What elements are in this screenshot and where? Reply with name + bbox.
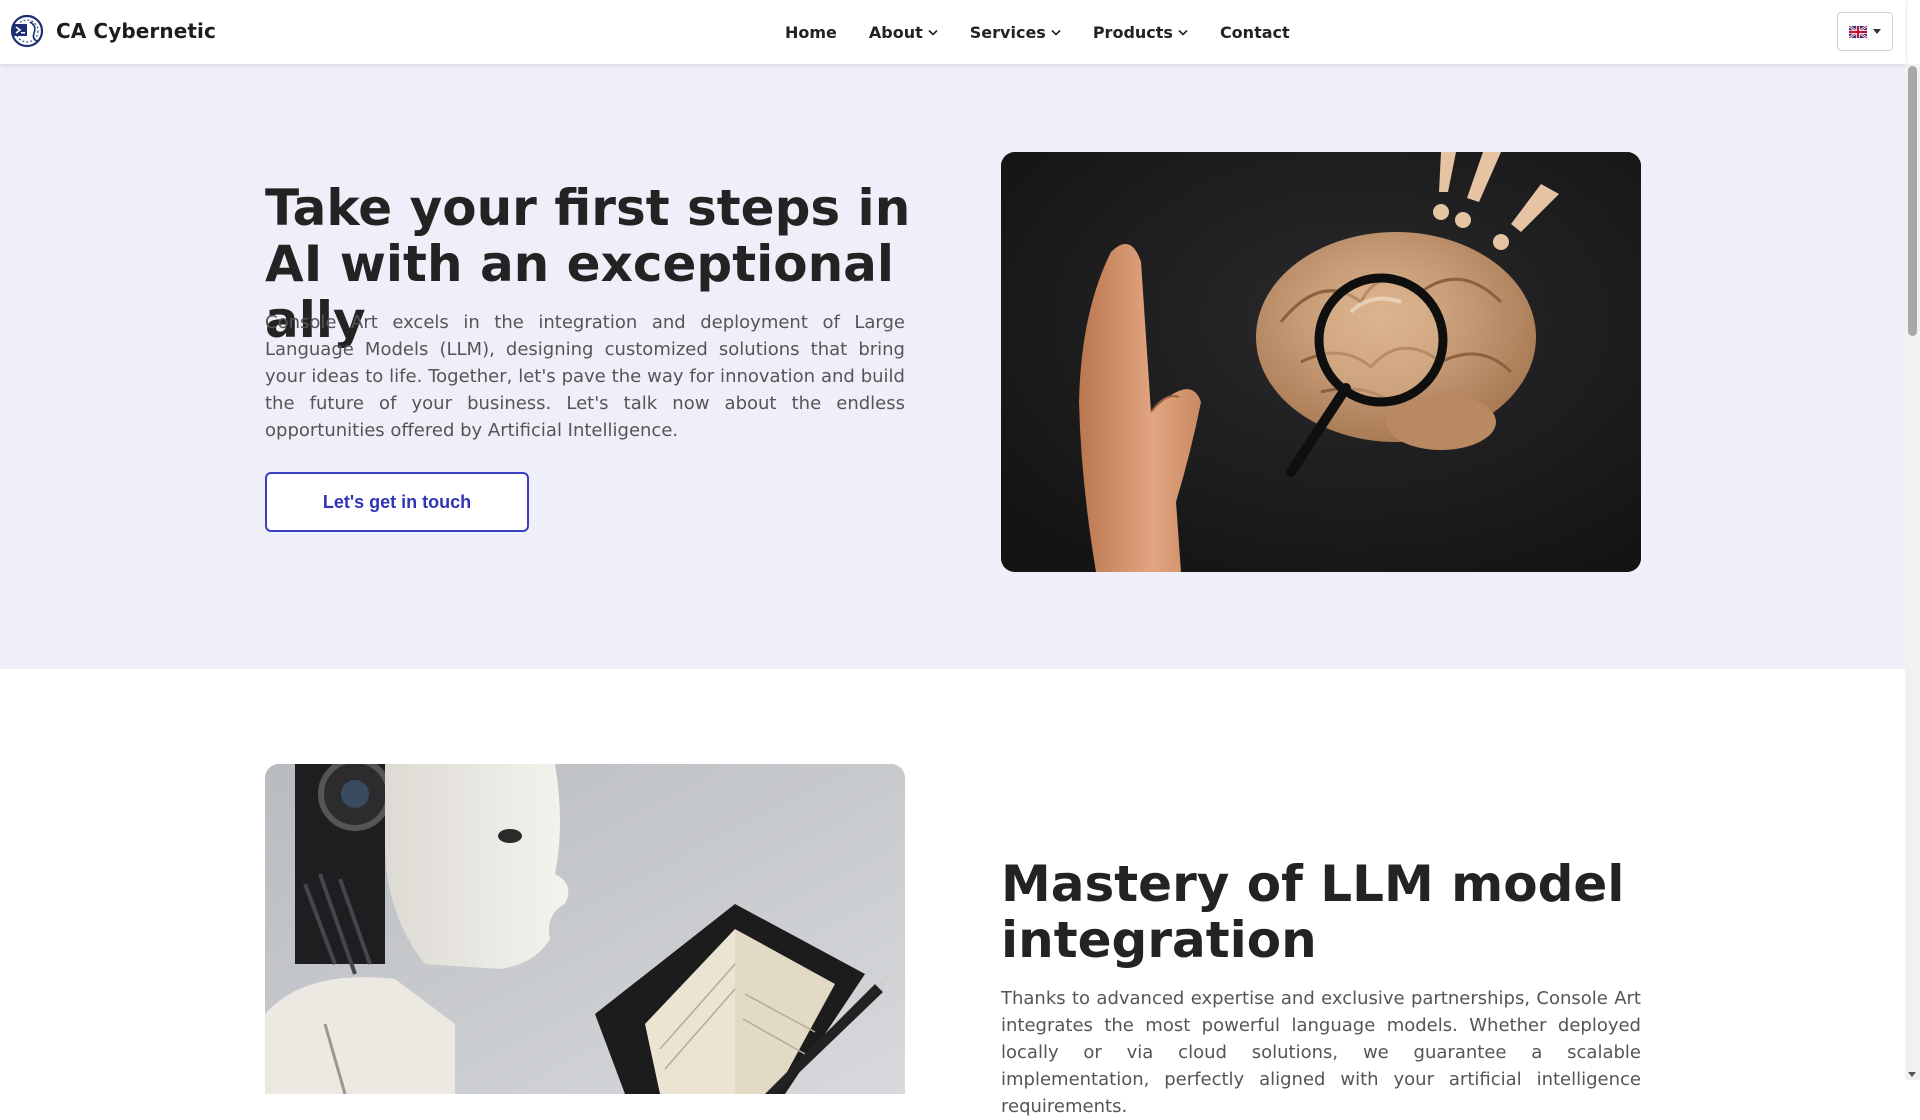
chevron-down-icon	[928, 29, 938, 36]
section2-title: Mastery of LLM model integration	[1001, 855, 1625, 969]
uk-flag-icon	[1849, 25, 1867, 38]
nav-home-label: Home	[785, 22, 837, 42]
nav-contact[interactable]: Contact	[1204, 20, 1306, 44]
chevron-down-icon	[1051, 29, 1061, 36]
site-header: CA Cybernetic Home About Services Produc…	[0, 0, 1905, 64]
hero-description: Console Art excels in the integration an…	[265, 312, 905, 441]
brain-illustration	[1001, 152, 1641, 572]
nav-home[interactable]: Home	[785, 20, 853, 44]
hero-section: Take your first steps in AI with an exce…	[0, 64, 1905, 669]
nav-services[interactable]: Services	[954, 20, 1077, 44]
brand-name: CA Cybernetic	[56, 19, 216, 43]
robot-illustration	[265, 764, 905, 1094]
nav-contact-label: Contact	[1219, 22, 1290, 42]
brain-magnifier-image	[1001, 152, 1641, 572]
main-nav: Home About Services Products Contact	[785, 20, 1306, 44]
brand-logo-icon	[10, 14, 44, 48]
robot-notebook-image	[265, 764, 905, 1094]
language-selector-button[interactable]	[1837, 12, 1893, 51]
section2-description: Thanks to advanced expertise and exclusi…	[1001, 988, 1641, 1117]
get-in-touch-button[interactable]: Let's get in touch	[265, 472, 529, 532]
nav-about-label: About	[868, 22, 923, 42]
scrollbar-thumb[interactable]	[1908, 66, 1917, 336]
chevron-down-icon	[1178, 29, 1188, 36]
nav-about[interactable]: About	[853, 20, 954, 44]
nav-products[interactable]: Products	[1077, 20, 1204, 44]
page-scrollbar[interactable]	[1905, 64, 1920, 1080]
brand-link[interactable]: CA Cybernetic	[10, 14, 216, 48]
nav-products-label: Products	[1092, 22, 1173, 42]
scroll-down-arrow-icon[interactable]	[1908, 1072, 1916, 1077]
llm-integration-section: Mastery of LLM model integration Thanks …	[0, 669, 1905, 1117]
caret-down-icon	[1873, 29, 1881, 34]
nav-services-label: Services	[969, 22, 1046, 42]
